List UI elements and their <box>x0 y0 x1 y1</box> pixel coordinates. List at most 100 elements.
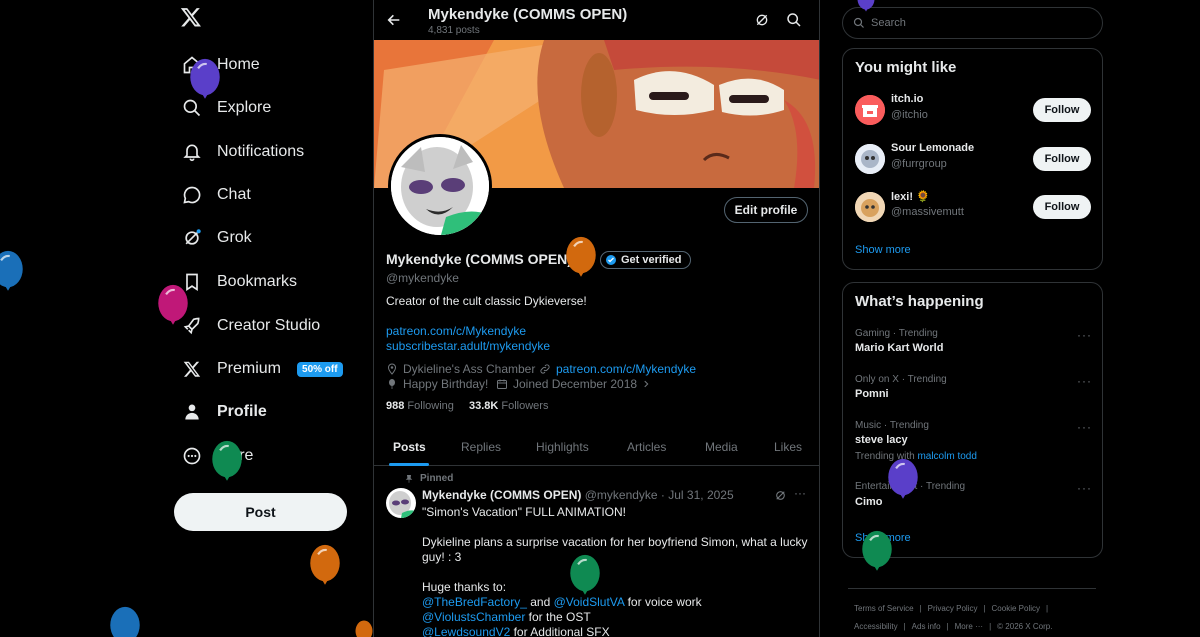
home-icon <box>180 53 204 77</box>
header-title: Mykendyke (COMMS OPEN) <box>428 6 628 23</box>
profile-birthday: Happy Birthday! <box>386 377 488 391</box>
footer-ads-link[interactable]: Ads info <box>912 622 941 631</box>
profile-display-name: Mykendyke (COMMS OPEN) <box>386 251 572 267</box>
nav-home[interactable]: Home <box>180 47 260 83</box>
verified-badge-icon <box>605 254 617 266</box>
nav-chat[interactable]: Chat <box>180 177 251 213</box>
trend-name[interactable]: steve lacy <box>855 434 908 446</box>
follow-button[interactable]: Follow <box>1033 195 1091 219</box>
website-link[interactable]: patreon.com/c/Mykendyke <box>556 362 696 376</box>
post-text: for the OST <box>525 610 591 624</box>
followers-stat[interactable]: 33.8K Followers <box>469 400 549 412</box>
trend-name[interactable]: Cimo <box>855 496 883 508</box>
nav-label: Premium <box>217 360 282 377</box>
tab-replies[interactable]: Replies <box>461 440 501 454</box>
post-author-avatar[interactable] <box>386 488 416 518</box>
post-credit-line: @TheBredFactory_ and @VoidSlutVA for voi… <box>422 595 702 609</box>
footer-cookie-link[interactable]: Cookie Policy <box>992 604 1040 613</box>
profile-avatar[interactable] <box>388 134 492 238</box>
panel-title: You might like <box>855 59 957 76</box>
edit-profile-button[interactable]: Edit profile <box>724 197 808 223</box>
x-logo-icon[interactable] <box>180 6 206 32</box>
grok-icon <box>180 226 204 250</box>
trend-more-icon[interactable]: ··· <box>1077 481 1092 495</box>
trend-extra-prefix: Trending with <box>855 451 918 462</box>
profile-joined[interactable]: Joined December 2018 <box>496 377 656 391</box>
post-credit-line: @LewdsoundV2 for Additional SFX <box>422 625 610 637</box>
footer-separator: | <box>983 604 986 613</box>
tab-highlights[interactable]: Highlights <box>536 440 589 454</box>
avatar <box>855 192 885 222</box>
follow-button[interactable]: Follow <box>1033 98 1091 122</box>
show-more-link[interactable]: Show more <box>855 244 911 256</box>
footer-separator: | <box>989 622 992 631</box>
post-more-icon[interactable]: ··· <box>794 486 806 500</box>
show-more-link[interactable]: Show more <box>855 532 911 544</box>
nav-grok[interactable]: Grok <box>180 220 252 256</box>
nav-label: More <box>217 447 254 464</box>
mention-link[interactable]: @ViolustsChamber <box>422 610 525 624</box>
trend-more-icon[interactable]: ··· <box>1077 374 1092 388</box>
profile-header-bar: Mykendyke (COMMS OPEN) 4,831 posts <box>374 0 819 40</box>
nav-premium[interactable]: Premium 50% off <box>180 351 343 387</box>
profile-location: Dykieline's Ass Chamber <box>386 362 535 376</box>
calendar-icon <box>496 378 513 390</box>
bio-link-subscribestar[interactable]: subscribestar.adult/mykendyke <box>386 339 550 353</box>
tab-media[interactable]: Media <box>705 440 738 454</box>
follow-button[interactable]: Follow <box>1033 147 1091 171</box>
link-icon <box>539 363 556 375</box>
nav-bookmarks[interactable]: Bookmarks <box>180 264 297 300</box>
nav-label: Explore <box>217 99 272 116</box>
suggestion-name: Sour Lemonade <box>891 142 975 154</box>
trend-more-icon[interactable]: ··· <box>1077 328 1092 342</box>
profile-column: Mykendyke (COMMS OPEN) 4,831 posts Edit … <box>373 0 820 637</box>
nav-more[interactable]: More <box>180 438 253 474</box>
profile-website[interactable]: patreon.com/c/Mykendyke <box>539 362 696 376</box>
footer-accessibility-link[interactable]: Accessibility <box>854 622 898 631</box>
footer-terms-link[interactable]: Terms of Service <box>854 604 914 613</box>
mention-link[interactable]: @VoidSlutVA <box>554 595 625 609</box>
grok-icon[interactable] <box>774 489 787 507</box>
footer-separator: | <box>919 604 922 613</box>
tab-articles[interactable]: Articles <box>627 440 666 454</box>
get-verified-button[interactable]: Get verified <box>600 251 691 269</box>
post-button[interactable]: Post <box>174 493 347 531</box>
footer-privacy-link[interactable]: Privacy Policy <box>928 604 978 613</box>
bio-link-patreon[interactable]: patreon.com/c/Mykendyke <box>386 324 526 338</box>
whats-happening-panel: What’s happening Gaming · Trending Mario… <box>842 282 1103 558</box>
footer-more-link[interactable]: More ··· <box>955 622 983 631</box>
tab-posts[interactable]: Posts <box>393 440 426 454</box>
search-icon <box>853 17 865 29</box>
tab-likes[interactable]: Likes <box>774 440 802 454</box>
left-navigation: Home Explore Notifications Chat Grok Boo… <box>0 0 373 637</box>
profile-bio: Creator of the cult classic Dykieverse! <box>386 294 587 308</box>
back-arrow-icon[interactable] <box>386 12 402 33</box>
nav-label: Bookmarks <box>217 273 298 290</box>
trend-name[interactable]: Mario Kart World <box>855 342 943 354</box>
person-icon <box>180 400 204 424</box>
search-icon[interactable] <box>786 12 802 33</box>
search-placeholder: Search <box>871 17 906 29</box>
nav-creator-studio[interactable]: Creator Studio <box>180 308 320 344</box>
nav-explore[interactable]: Explore <box>180 90 271 126</box>
mention-link[interactable]: @LewdsoundV2 <box>422 625 510 637</box>
footer-separator: | <box>946 622 949 631</box>
suggestion-item[interactable]: lexi! 🌻 @massivemutt Follow <box>855 190 1091 224</box>
suggestion-item[interactable]: Sour Lemonade @furrgroup Follow <box>855 142 1091 176</box>
following-stat[interactable]: 988 Following <box>386 400 454 412</box>
trend-extra-link[interactable]: malcolm todd <box>917 451 976 462</box>
trend-context: Gaming · Trending <box>855 328 938 339</box>
mention-link[interactable]: @TheBredFactory_ <box>422 595 527 609</box>
suggestion-item[interactable]: itch.io @itchio Follow <box>855 93 1091 127</box>
trend-context: Only on X · Trending <box>855 374 947 385</box>
balloon-icon <box>386 378 403 390</box>
trend-more-icon[interactable]: ··· <box>1077 420 1092 434</box>
avatar <box>855 144 885 174</box>
nav-profile[interactable]: Profile <box>180 394 267 430</box>
nav-notifications[interactable]: Notifications <box>180 134 304 170</box>
post-author-name[interactable]: Mykendyke (COMMS OPEN) <box>422 488 581 502</box>
trend-extra: Trending with malcolm todd <box>855 451 977 462</box>
grok-icon[interactable] <box>754 12 770 33</box>
search-input[interactable]: Search <box>842 7 1103 39</box>
trend-name[interactable]: Pomni <box>855 388 889 400</box>
